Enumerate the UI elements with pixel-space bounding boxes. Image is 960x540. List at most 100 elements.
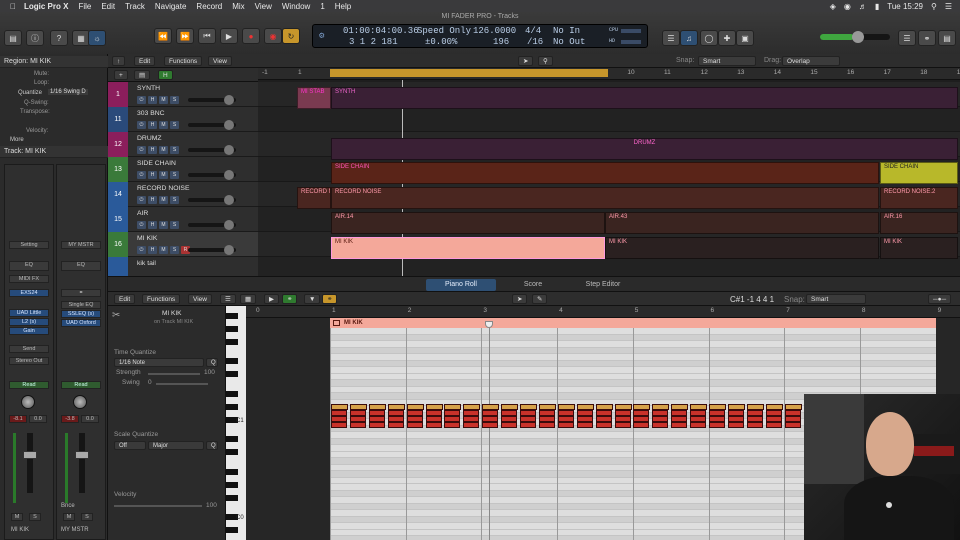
strip1-mute-button[interactable]: M bbox=[11, 513, 23, 521]
midi-note[interactable] bbox=[463, 422, 480, 428]
strip2-solo-button[interactable]: S bbox=[81, 513, 93, 521]
black-key[interactable] bbox=[226, 494, 238, 501]
volume-knob[interactable] bbox=[224, 170, 234, 180]
track-header[interactable]: 14 RECORD NOISE ⏻ H M S bbox=[108, 182, 258, 207]
replace-button[interactable]: ◉ bbox=[264, 28, 282, 44]
mute-button[interactable]: M bbox=[159, 96, 168, 104]
solo-button[interactable]: ◯ bbox=[700, 30, 718, 46]
region-air-16[interactable]: AIR.16 bbox=[880, 212, 958, 234]
menu-1[interactable]: 1 bbox=[320, 2, 324, 11]
power-button[interactable]: ⏻ bbox=[137, 221, 146, 229]
pointer-tool[interactable]: ➤ bbox=[518, 56, 534, 66]
menu-clock[interactable]: Tue 15:29 bbox=[887, 2, 923, 11]
region-air-43[interactable]: AIR.43 bbox=[605, 212, 879, 234]
strip2-fx3[interactable]: UAD Oxford bbox=[61, 319, 101, 327]
black-key[interactable] bbox=[226, 449, 238, 455]
list-icon[interactable]: ☰ bbox=[945, 2, 952, 11]
pr-edit-menu[interactable]: Edit bbox=[114, 294, 136, 304]
midi-note[interactable] bbox=[595, 422, 612, 428]
strip1-automation-read[interactable]: Read bbox=[9, 381, 49, 389]
pr-snap-select[interactable]: Smart bbox=[806, 294, 866, 304]
solo-button[interactable]: S bbox=[170, 96, 179, 104]
midi-note[interactable] bbox=[727, 422, 744, 428]
menu-track[interactable]: Track bbox=[125, 2, 145, 11]
volume-knob[interactable] bbox=[224, 145, 234, 155]
volume-knob[interactable] bbox=[224, 195, 234, 205]
track-name[interactable]: SIDE CHAIN bbox=[137, 160, 176, 167]
midi-note[interactable] bbox=[501, 422, 518, 428]
strip2-link-icon[interactable]: ⚭ bbox=[61, 289, 101, 297]
region-record-noise-c[interactable]: RECORD NOISE.2 bbox=[880, 187, 958, 209]
region-mi-kik-a[interactable]: MI KIK bbox=[331, 237, 605, 259]
scale-quantize-q-button[interactable]: Q bbox=[206, 441, 218, 450]
menu-help[interactable]: Help bbox=[335, 2, 351, 11]
menu-record[interactable]: Record bbox=[196, 2, 222, 11]
strip1-fader[interactable] bbox=[23, 451, 37, 459]
arrange-lane[interactable] bbox=[258, 107, 960, 132]
midi-note[interactable] bbox=[709, 422, 725, 428]
midi-note[interactable] bbox=[425, 422, 442, 428]
midi-note[interactable] bbox=[576, 422, 593, 428]
velocity-slider[interactable] bbox=[114, 505, 202, 507]
drag-select[interactable]: Overlap bbox=[782, 56, 840, 66]
power-button[interactable]: ⏻ bbox=[137, 96, 146, 104]
lcd-tempo[interactable]: 126.0000 bbox=[473, 26, 516, 36]
track-name[interactable]: DRUMZ bbox=[137, 135, 162, 142]
black-key[interactable] bbox=[226, 325, 238, 332]
track-name[interactable]: RECORD NOISE bbox=[137, 185, 190, 192]
black-key[interactable] bbox=[226, 403, 238, 410]
strip1-eq[interactable]: EQ bbox=[9, 261, 49, 271]
midi-note[interactable] bbox=[406, 422, 423, 428]
tracks-view-menu[interactable]: View bbox=[208, 56, 232, 66]
black-key[interactable] bbox=[226, 390, 238, 397]
volume-knob[interactable] bbox=[224, 220, 234, 230]
quickhelp-button[interactable]: ? bbox=[50, 30, 68, 46]
track-header[interactable]: 15 AIR ⏻ H M S bbox=[108, 207, 258, 232]
midi-note[interactable] bbox=[784, 422, 801, 428]
count-in-button[interactable]: ✚ bbox=[718, 30, 736, 46]
metronome-button[interactable]: ▣ bbox=[736, 30, 754, 46]
region-synth[interactable]: SYNTH bbox=[331, 87, 958, 109]
midi-note[interactable] bbox=[690, 422, 707, 428]
track-header[interactable]: 1 SYNTH ⏻ H M S bbox=[108, 82, 258, 107]
pr-view-menu[interactable]: View bbox=[188, 294, 212, 304]
hide-button[interactable]: H bbox=[148, 146, 157, 154]
volume-knob[interactable] bbox=[224, 120, 234, 130]
power-button[interactable]: ⏻ bbox=[137, 121, 146, 129]
midi-note[interactable] bbox=[538, 422, 555, 428]
track-volume-slider[interactable] bbox=[188, 170, 236, 180]
menu-edit[interactable]: Edit bbox=[101, 2, 115, 11]
pr-list-icon[interactable]: ☰ bbox=[220, 294, 236, 304]
track-volume-slider[interactable] bbox=[188, 95, 236, 105]
record-button[interactable]: ● bbox=[242, 28, 260, 44]
pr-functions-menu[interactable]: Functions bbox=[142, 294, 181, 304]
power-button[interactable]: ⏻ bbox=[137, 171, 146, 179]
scale-root-select[interactable]: Off bbox=[114, 441, 146, 450]
black-key[interactable] bbox=[226, 527, 238, 533]
hide-button[interactable]: H bbox=[148, 96, 157, 104]
lcd-display[interactable]: ⚙ 01:00:04:00.36 3 1 2 181 Speed Only ±0… bbox=[312, 24, 648, 48]
solo-button[interactable]: S bbox=[170, 121, 179, 129]
dropbox-icon[interactable]: ◈ bbox=[830, 2, 836, 11]
track-volume-slider[interactable] bbox=[188, 220, 236, 230]
strip2-automation-read[interactable]: Read bbox=[61, 381, 101, 389]
go-to-start-button[interactable]: ⏮ bbox=[198, 28, 216, 44]
region-mi-kik-b[interactable]: MI KIK bbox=[605, 237, 879, 259]
midi-note[interactable] bbox=[652, 422, 669, 428]
volume-knob[interactable] bbox=[224, 95, 234, 105]
volume-knob[interactable] bbox=[224, 245, 234, 255]
region-record-noise-a[interactable]: RECORD N bbox=[297, 187, 331, 209]
solo-button[interactable]: S bbox=[170, 146, 179, 154]
menu-view[interactable]: View bbox=[255, 2, 272, 11]
more-disclosure[interactable]: More bbox=[10, 137, 24, 143]
tab-step-editor[interactable]: Step Editor bbox=[568, 279, 638, 291]
strip1-fx3[interactable]: Gain bbox=[9, 327, 49, 335]
pr-pointer-tool[interactable]: ➤ bbox=[512, 294, 528, 304]
pr-pencil-tool[interactable]: ✎ bbox=[532, 294, 548, 304]
track-name[interactable]: AIR bbox=[137, 210, 148, 217]
zoom-tool[interactable]: ⚲ bbox=[538, 56, 553, 66]
mute-button[interactable]: M bbox=[159, 221, 168, 229]
black-key[interactable] bbox=[226, 481, 238, 488]
power-button[interactable]: ⏻ bbox=[137, 146, 146, 154]
strip1-solo-button[interactable]: S bbox=[29, 513, 41, 521]
